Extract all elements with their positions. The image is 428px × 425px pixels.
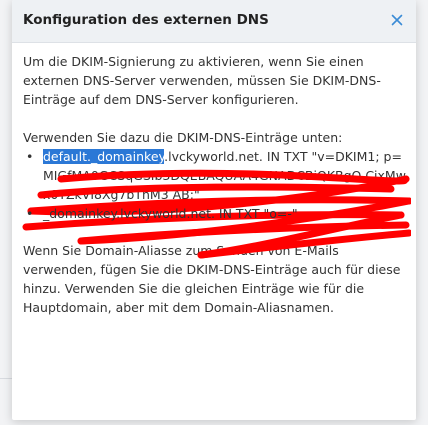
bullet-icon: • — [26, 206, 34, 221]
dialog-body: Um die DKIM-Signierung zu aktivieren, we… — [22, 52, 411, 317]
background-divider — [0, 378, 12, 379]
close-icon — [391, 14, 403, 26]
domainkey-policy-text[interactable]: _domainkey.lvckyworld.net. IN TXT "o=-" — [43, 206, 298, 221]
dkim-entry-list: • default._domainkey.lvckyworld.net. IN … — [22, 147, 411, 259]
intro-text: Um die DKIM-Signierung zu aktivieren, we… — [23, 54, 381, 107]
list-item: • _domainkey.lvckyworld.net. IN TXT "o=-… — [23, 204, 407, 223]
dialog-title: Konfiguration des externen DNS — [23, 12, 269, 28]
dialog-header: Konfiguration des externen DNS — [12, 0, 416, 43]
list-intro-text: Verwenden Sie dazu die DKIM-DNS-Einträge… — [23, 130, 343, 145]
list-item: • default._domainkey.lvckyworld.net. IN … — [22, 147, 411, 259]
redacted-entry: default._domainkey.lvckyworld.net. IN TX… — [22, 147, 411, 259]
selected-text[interactable]: default._domainkey — [43, 149, 165, 164]
bullet-icon: • — [26, 149, 34, 164]
close-button[interactable] — [388, 11, 406, 29]
external-dns-dialog: Konfiguration des externen DNS Um die DK… — [12, 0, 416, 420]
